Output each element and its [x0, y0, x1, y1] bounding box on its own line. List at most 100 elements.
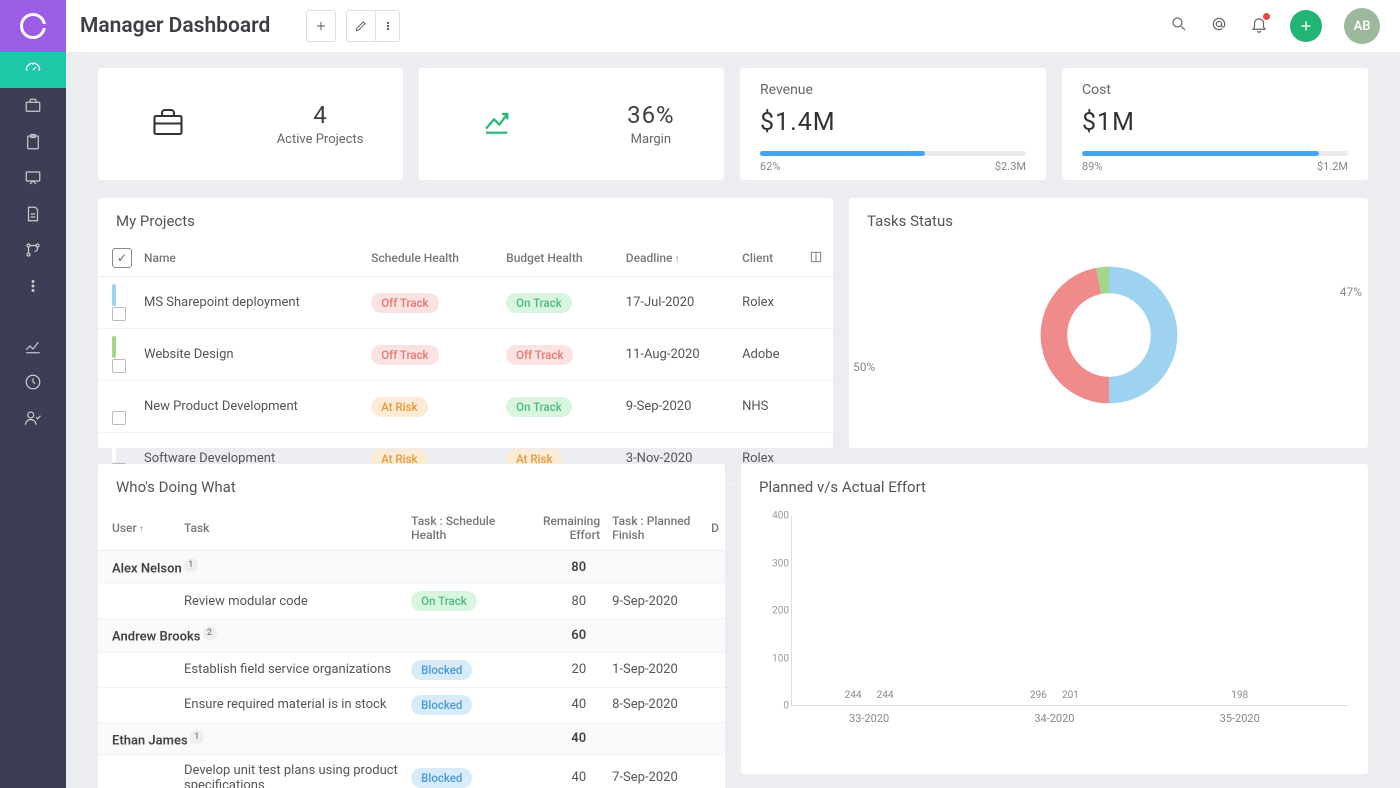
schedule-pill: At Risk — [371, 397, 427, 417]
col-name[interactable]: Name — [138, 240, 365, 277]
page-title: Manager Dashboard — [80, 14, 270, 38]
cell-client: Adobe — [736, 329, 803, 381]
user-check-icon — [24, 409, 42, 427]
cell-name: MS Sharepoint deployment — [138, 277, 365, 329]
health-pill: Blocked — [411, 768, 472, 788]
notifications-button[interactable] — [1250, 15, 1268, 37]
col-schedule-health[interactable]: Task : Schedule Health — [405, 506, 516, 551]
user-avatar[interactable]: AB — [1344, 8, 1380, 44]
notification-dot — [1263, 13, 1270, 20]
cell-planned: 9-Sep-2020 — [606, 584, 705, 619]
col-user[interactable]: User↑ — [98, 506, 178, 551]
cell-remaining: 40 — [516, 687, 606, 722]
cell-planned: 7-Sep-2020 — [606, 755, 705, 788]
who-panel: Who's Doing What User↑ Task Task : Sched… — [98, 464, 725, 788]
tasks-status-panel: Tasks Status 50% 47% — [849, 198, 1368, 448]
more-vertical-icon — [24, 277, 42, 295]
panel-title: Planned v/s Actual Effort — [741, 464, 1368, 506]
group-row[interactable]: Alex Nelson180 — [98, 551, 725, 584]
cell-name: New Product Development — [138, 381, 365, 433]
group-row[interactable]: Ethan James140 — [98, 722, 725, 755]
task-row[interactable]: Establish field service organizations Bl… — [98, 652, 725, 687]
cell-remaining: 20 — [516, 652, 606, 687]
donut-label-50: 50% — [853, 360, 875, 374]
nav-more[interactable] — [0, 268, 66, 304]
nav-analytics[interactable] — [0, 328, 66, 364]
sidebar — [0, 0, 66, 788]
col-remaining[interactable]: Remaining Effort — [516, 506, 606, 551]
table-row[interactable]: New Product Development At Risk On Track… — [98, 381, 833, 433]
row-checkbox[interactable] — [112, 359, 126, 373]
trend-icon — [468, 106, 528, 142]
col-deadline[interactable]: Deadline↑ — [620, 240, 736, 277]
nav-document[interactable] — [0, 196, 66, 232]
cell-remaining: 40 — [516, 755, 606, 788]
kpi-cost: Cost $1M 89% $1.2M — [1062, 68, 1368, 180]
kpi-active-projects: 4 Active Projects — [98, 68, 403, 180]
schedule-pill: Off Track — [371, 345, 438, 365]
cell-planned: 8-Sep-2020 — [606, 687, 705, 722]
progress-pct: 89% — [1082, 160, 1102, 173]
cell-client: NHS — [736, 381, 803, 433]
kpi-revenue: Revenue $1.4M 62%$2.3M — [740, 68, 1046, 180]
schedule-pill: Off Track — [371, 293, 438, 313]
group-row[interactable]: Andrew Brooks260 — [98, 619, 725, 652]
progress-bar — [760, 151, 1026, 156]
gauge-icon — [24, 61, 42, 79]
global-add-button[interactable] — [1290, 10, 1322, 42]
progress-total: $1.2M — [1317, 160, 1348, 173]
columns-icon — [809, 250, 823, 264]
col-task[interactable]: Task — [178, 506, 405, 551]
col-planned-finish[interactable]: Task : Planned Finish — [606, 506, 705, 551]
budget-pill: On Track — [506, 397, 572, 417]
col-d[interactable]: D — [705, 506, 725, 551]
pencil-icon — [354, 19, 368, 33]
select-all-checkbox[interactable]: ✓ — [112, 248, 132, 268]
kpi-value: 36% — [627, 101, 675, 129]
app-logo[interactable] — [0, 0, 66, 52]
task-row[interactable]: Review modular code On Track 80 9-Sep-20… — [98, 584, 725, 619]
search-icon — [1170, 15, 1188, 33]
row-checkbox[interactable] — [112, 411, 126, 425]
nav-clock[interactable] — [0, 364, 66, 400]
cell-client: Rolex — [736, 277, 803, 329]
plus-icon — [1298, 18, 1314, 34]
analytics-icon — [24, 337, 42, 355]
kpi-value: $1M — [1082, 108, 1348, 137]
add-button[interactable] — [306, 10, 336, 42]
col-budget[interactable]: Budget Health — [500, 240, 620, 277]
panel-title: My Projects — [98, 198, 833, 240]
edit-button[interactable] — [346, 10, 376, 42]
search-button[interactable] — [1170, 15, 1188, 37]
columns-button[interactable] — [803, 240, 833, 277]
health-pill: On Track — [411, 591, 477, 611]
at-icon — [1210, 15, 1228, 33]
table-row[interactable]: MS Sharepoint deployment Off Track On Tr… — [98, 277, 833, 329]
nav-dashboard[interactable] — [0, 52, 66, 88]
panel-title: Who's Doing What — [98, 464, 725, 506]
table-row[interactable]: Website Design Off Track Off Track 11-Au… — [98, 329, 833, 381]
effort-panel: Planned v/s Actual Effort 0100200300400 … — [741, 464, 1368, 774]
nav-user-settings[interactable] — [0, 400, 66, 436]
projects-panel: My Projects ✓ Name Schedule Health Budge… — [98, 198, 833, 448]
task-row[interactable]: Develop unit test plans using product sp… — [98, 755, 725, 788]
health-pill: Blocked — [411, 695, 472, 715]
page-menu-button[interactable] — [376, 10, 400, 42]
col-client[interactable]: Client — [736, 240, 803, 277]
donut-label-47: 47% — [1340, 285, 1362, 299]
col-schedule[interactable]: Schedule Health — [365, 240, 500, 277]
nav-branch[interactable] — [0, 232, 66, 268]
presentation-icon — [24, 169, 42, 187]
nav-presentation[interactable] — [0, 160, 66, 196]
panel-title: Tasks Status — [849, 198, 1368, 240]
nav-clipboard[interactable] — [0, 124, 66, 160]
cell-planned: 1-Sep-2020 — [606, 652, 705, 687]
cell-deadline: 17-Jul-2020 — [620, 277, 736, 329]
row-checkbox[interactable] — [112, 307, 126, 321]
health-pill: Blocked — [411, 660, 472, 680]
mentions-button[interactable] — [1210, 15, 1228, 37]
nav-briefcase[interactable] — [0, 88, 66, 124]
kpi-title: Cost — [1082, 82, 1348, 98]
task-row[interactable]: Ensure required material is in stock Blo… — [98, 687, 725, 722]
cell-task: Develop unit test plans using product sp… — [178, 755, 405, 788]
